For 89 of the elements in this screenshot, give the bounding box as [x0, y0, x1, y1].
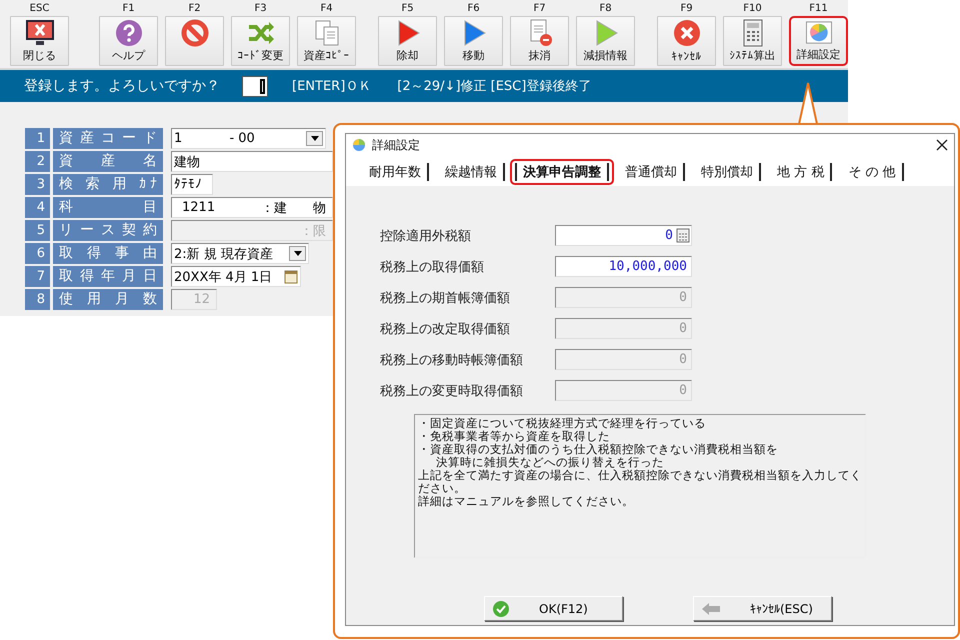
prompt-message: 登録します。よろしいですか？ [24, 77, 221, 95]
amount-field[interactable]: 0 [555, 225, 692, 246]
note-text: 詳細はマニュアルを参照してください。 [418, 495, 635, 508]
dropdown-field[interactable]: 2:新 規 現存資産 [171, 243, 309, 264]
row-number: 3 [25, 174, 50, 195]
function-key-label: F9 [680, 2, 693, 15]
row-number: 5 [25, 220, 50, 241]
toolbar-button[interactable]: 抹消 [510, 16, 569, 66]
field-label: 取 得 年 月 日 [53, 266, 163, 287]
tab[interactable]: 普通償却 [619, 163, 685, 181]
cancel-icon [672, 19, 700, 47]
dialog-title: 詳細設定 [372, 136, 420, 154]
calendar-icon[interactable] [284, 269, 298, 284]
toolbar-button[interactable]: ｺｰﾄﾞ変更 [231, 16, 290, 66]
toolbar-button[interactable]: ヘルプ [99, 16, 158, 66]
dropdown-arrow-icon [294, 251, 302, 256]
tab[interactable]: 繰越情報 [439, 163, 505, 181]
input-field[interactable]: ﾀﾃﾓﾉ [171, 174, 213, 195]
input-field[interactable]: 1211 ：建 物 [171, 197, 333, 218]
cancel-button[interactable]: ｷｬﾝｾﾙ(ESC) [693, 596, 832, 621]
input-field[interactable]: 建物 [171, 151, 333, 172]
field-label: 税務上の移動時帳簿価額 [380, 352, 524, 368]
dropdown-field[interactable]: 1 - 00 [171, 128, 326, 149]
amount-field[interactable]: 10,000,000 [555, 256, 692, 277]
toolbar-button[interactable]: 除却 [378, 16, 437, 66]
function-key-label: F5 [401, 2, 414, 15]
calculator-icon[interactable] [676, 228, 690, 243]
toolbar-button[interactable]: ｷｬﾝｾﾙ [657, 16, 716, 66]
function-key-label: F3 [254, 2, 267, 15]
function-key-label: F6 [467, 2, 480, 15]
monitor-close-icon [26, 19, 54, 47]
key-hint: [ENTER]ＯＫ [292, 78, 372, 95]
function-key-label: F2 [188, 2, 201, 15]
toolbar-button[interactable]: 減損情報 [576, 16, 635, 66]
documents-icon [312, 19, 340, 47]
field-label: 税務上の取得価額 [380, 258, 485, 276]
function-key-label: F8 [599, 2, 612, 15]
note-text: 決算時に雑損失などへの振り替えを行った [435, 456, 665, 469]
field-label: 科 目 [53, 197, 163, 218]
toolbar-button[interactable] [165, 16, 224, 66]
row-number: 1 [25, 128, 50, 149]
field-label: リ ー ス 契 約 [53, 220, 163, 241]
toolbar-button[interactable]: ｼｽﾃﾑ算出 [723, 16, 782, 66]
note-text: ・免税事業者等から資産を取得した [418, 430, 611, 443]
tab[interactable]: 耐用年数 [363, 163, 429, 181]
field-label: 税務上の期首帳簿価額 [380, 290, 511, 306]
help-icon [114, 19, 142, 47]
note-text: 上記を全て満たす資産の場合に、仕入税額控除できない消費税相当額を入力してください。 [418, 469, 862, 495]
row-number: 2 [25, 151, 50, 172]
field-label: 税務上の変更時取得価額 [380, 382, 524, 400]
field-label: 使 用 月 数 [53, 289, 163, 310]
row-number: 7 [25, 266, 50, 287]
close-icon[interactable] [936, 139, 948, 151]
left-arrow-icon [702, 602, 720, 614]
function-key-label: F4 [320, 2, 333, 15]
text-cursor-icon [260, 78, 265, 94]
field-label: 資 産 名 [53, 151, 163, 172]
tab[interactable]: 特別償却 [695, 163, 761, 181]
key-hint: [2～29/↓]修正 [ESC]登録後終了 [397, 78, 592, 95]
ok-button[interactable]: OK(F12) [484, 596, 623, 621]
function-key-label: F11 [809, 2, 828, 15]
toolbar-button[interactable]: 資産ｺﾋﾟｰ [297, 16, 356, 66]
prohibited-icon [180, 19, 208, 47]
toolbar-button[interactable]: 閉じる [10, 16, 69, 66]
function-key-label: F1 [122, 2, 135, 15]
note-text: ・固定資産について税抜経理方式で経理を行っている [418, 417, 707, 430]
field-label: 検 索 用 ｶﾅ [53, 174, 163, 195]
toolbar-button[interactable]: 詳細設定 [789, 16, 848, 66]
check-icon [493, 600, 509, 616]
input-field[interactable] [242, 76, 268, 96]
row-number: 6 [25, 243, 50, 264]
dropdown-arrow-icon [310, 136, 318, 141]
toolbar-button[interactable]: 移動 [444, 16, 503, 66]
note-text: ・資産取得の支払対価のうち仕入税額控除できない消費税相当額を [418, 443, 779, 456]
tab[interactable]: 地 方 税 [771, 163, 832, 181]
field-label: 取 得 事 由 [53, 243, 163, 264]
function-key-label: F7 [533, 2, 546, 15]
function-key-label: F10 [743, 2, 762, 15]
field-label: 控除適用外税額 [380, 228, 472, 244]
row-number: 8 [25, 289, 50, 310]
tab[interactable]: 決算申告調整 [515, 163, 609, 181]
function-key-label: ESC [30, 2, 50, 15]
row-number: 4 [25, 197, 50, 218]
shuffle-arrows-icon [246, 19, 274, 47]
field-label: 税務上の改定取得価額 [380, 320, 511, 338]
pie-chart-icon [352, 138, 366, 152]
field-label: 資 産 コ ー ド [53, 128, 163, 149]
date-field[interactable]: 20XX年 4月 1日 [171, 266, 301, 287]
tab[interactable]: そ の 他 [842, 163, 904, 181]
